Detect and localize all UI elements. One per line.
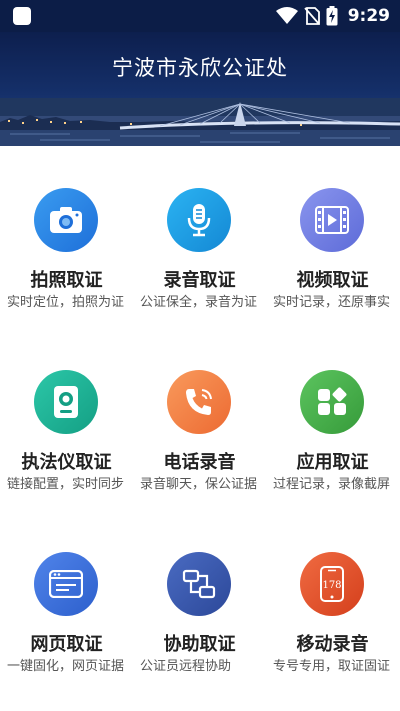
apps-icon (300, 370, 364, 434)
notification-icon (13, 7, 31, 25)
badge-text: 178 (322, 580, 341, 591)
feature-description: 过程记录，录像截屏 (273, 477, 391, 492)
status-icons: 9:29 (275, 4, 390, 28)
header-banner: 宁波市永欣公证处 (0, 32, 400, 146)
status-bar: 9:29 (0, 0, 400, 32)
feature-photo-evidence[interactable]: 拍照取证 实时定位，拍照为证 (0, 146, 133, 326)
browser-icon (34, 552, 98, 616)
no-sim-icon (304, 7, 320, 25)
feature-description: 实时记录，还原事实 (273, 295, 391, 310)
feature-title: 电话录音 (163, 452, 236, 473)
feature-app-evidence[interactable]: 应用取证 过程记录，录像截屏 (266, 328, 399, 508)
feature-mobile-recording[interactable]: 178 移动录音 专号专用，取证固证 (266, 510, 399, 690)
transfer-icon (167, 552, 231, 616)
microphone-icon (167, 188, 231, 252)
feature-assist-evidence[interactable]: 协助取证 公证员远程协助 (133, 510, 266, 690)
film-icon (300, 188, 364, 252)
feature-title: 视频取证 (296, 270, 369, 291)
mobile-178-icon: 178 (300, 552, 364, 616)
feature-title: 拍照取证 (30, 270, 103, 291)
feature-title: 录音取证 (163, 270, 236, 291)
feature-video-evidence[interactable]: 视频取证 实时记录，还原事实 (266, 146, 399, 326)
feature-bodycam-evidence[interactable]: 执法仪取证 链接配置，实时同步 (0, 328, 133, 508)
feature-description: 公证保全，录音为证 (140, 295, 258, 310)
feature-title: 应用取证 (296, 452, 369, 473)
bodycam-icon (34, 370, 98, 434)
feature-title: 移动录音 (296, 634, 369, 655)
feature-webpage-evidence[interactable]: 网页取证 一键固化，网页证据 (0, 510, 133, 690)
feature-title: 协助取证 (163, 634, 236, 655)
feature-description: 录音聊天，保公证据 (140, 477, 258, 492)
battery-charging-icon (326, 6, 338, 26)
clock: 9:29 (347, 6, 390, 26)
bridge-skyline-image (0, 98, 400, 146)
phone-call-icon (167, 370, 231, 434)
feature-title: 网页取证 (30, 634, 103, 655)
feature-description: 公证员远程协助 (140, 659, 232, 674)
feature-phone-recording[interactable]: 电话录音 录音聊天，保公证据 (133, 328, 266, 508)
feature-description: 专号专用，取证固证 (273, 659, 391, 674)
feature-title: 执法仪取证 (21, 452, 112, 473)
feature-description: 实时定位，拍照为证 (7, 295, 125, 310)
wifi-icon (275, 7, 298, 24)
feature-description: 链接配置，实时同步 (7, 477, 125, 492)
feature-description: 一键固化，网页证据 (7, 659, 125, 674)
camera-icon (34, 188, 98, 252)
feature-audio-evidence[interactable]: 录音取证 公证保全，录音为证 (133, 146, 266, 326)
page-title: 宁波市永欣公证处 (112, 56, 288, 80)
